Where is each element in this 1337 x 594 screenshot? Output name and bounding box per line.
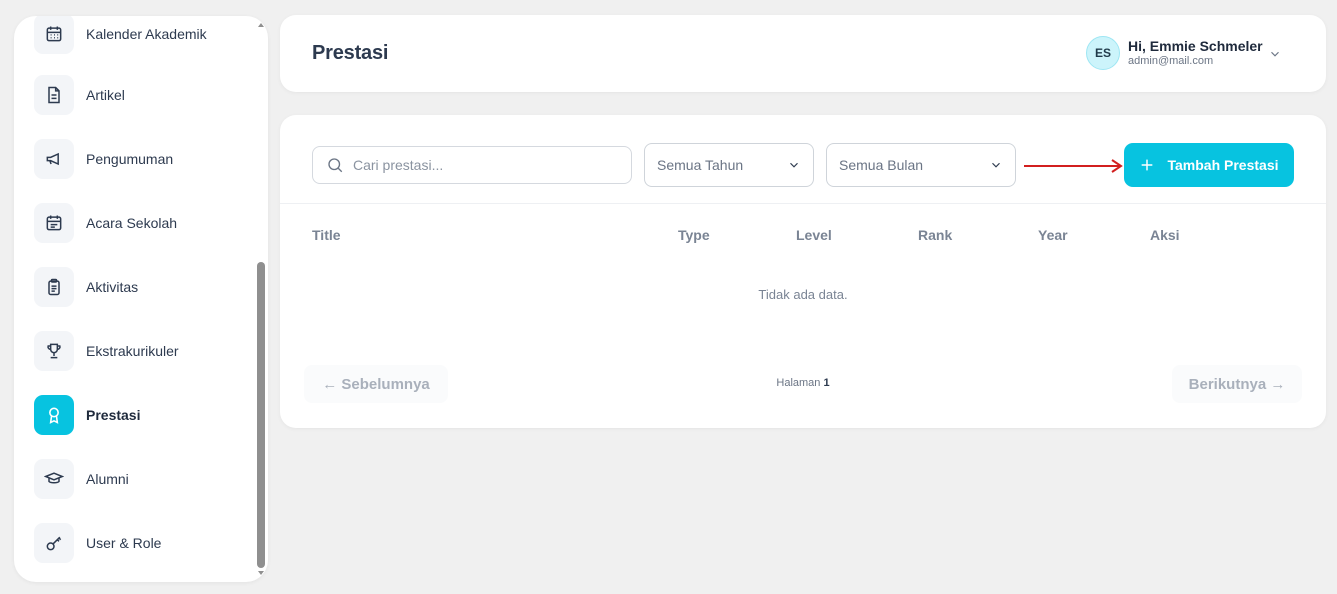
calendar-icon bbox=[34, 16, 74, 54]
year-filter-value: Semua Tahun bbox=[657, 157, 744, 173]
search-field[interactable] bbox=[312, 146, 632, 184]
sidebar-item-alumni[interactable]: Alumni bbox=[34, 459, 254, 499]
user-info: Hi, Emmie Schmeler admin@mail.com bbox=[1128, 38, 1263, 68]
sidebar-item-acara-sekolah[interactable]: Acara Sekolah bbox=[34, 203, 254, 243]
megaphone-icon bbox=[34, 139, 74, 179]
page-number: 1 bbox=[823, 377, 830, 389]
sidebar-item-label: Prestasi bbox=[86, 407, 141, 423]
add-achievement-button[interactable]: Tambah Prestasi bbox=[1124, 143, 1294, 187]
page-prefix: Halaman bbox=[776, 377, 821, 389]
user-menu[interactable]: ES Hi, Emmie Schmeler admin@mail.com bbox=[1086, 35, 1296, 71]
trophy-icon bbox=[34, 331, 74, 371]
search-input[interactable] bbox=[353, 157, 613, 173]
sidebar-item-kalender-akademik[interactable]: Kalender Akademik bbox=[34, 16, 254, 54]
column-header-type: Type bbox=[678, 227, 710, 243]
page-title: Prestasi bbox=[312, 42, 389, 64]
sidebar-item-aktivitas[interactable]: Aktivitas bbox=[34, 267, 254, 307]
sidebar: Kalender Akademik Artikel Pengumuman Aca… bbox=[14, 16, 268, 582]
sidebar-item-artikel[interactable]: Artikel bbox=[34, 75, 254, 115]
scrollbar-thumb[interactable] bbox=[257, 262, 265, 568]
divider bbox=[280, 203, 1326, 204]
column-header-aksi: Aksi bbox=[1150, 227, 1180, 243]
column-header-level: Level bbox=[796, 227, 832, 243]
column-header-rank: Rank bbox=[918, 227, 953, 243]
sidebar-scrollbar[interactable] bbox=[257, 22, 265, 576]
plus-icon bbox=[1142, 159, 1153, 171]
sidebar-item-pengumuman[interactable]: Pengumuman bbox=[34, 139, 254, 179]
chevron-down-icon bbox=[992, 162, 1000, 168]
sidebar-item-user-role[interactable]: User & Role bbox=[34, 523, 254, 563]
scroll-up-icon[interactable] bbox=[257, 22, 265, 28]
empty-state-message: Tidak ada data. bbox=[758, 287, 848, 302]
sidebar-item-label: Kalender Akademik bbox=[86, 26, 207, 42]
next-page-button[interactable]: Berikutnya → bbox=[1172, 365, 1302, 403]
graduation-cap-icon bbox=[34, 459, 74, 499]
calendar-event-icon bbox=[34, 203, 74, 243]
chevron-down-icon[interactable] bbox=[1268, 47, 1282, 61]
sidebar-item-ekstrakurikuler[interactable]: Ekstrakurikuler bbox=[34, 331, 254, 371]
month-filter-value: Semua Bulan bbox=[839, 157, 924, 173]
sidebar-item-label: User & Role bbox=[86, 535, 162, 551]
add-achievement-label: Tambah Prestasi bbox=[1167, 157, 1279, 173]
sidebar-item-label: Ekstrakurikuler bbox=[86, 343, 179, 359]
chevron-down-icon bbox=[790, 162, 798, 168]
achievements-panel: Semua Tahun Semua Bulan Tambah Prestasi … bbox=[280, 115, 1326, 428]
clipboard-icon bbox=[34, 267, 74, 307]
column-header-year: Year bbox=[1038, 227, 1068, 243]
avatar: ES bbox=[1086, 36, 1120, 70]
annotation-arrow-icon bbox=[1024, 159, 1123, 173]
sidebar-item-label: Artikel bbox=[86, 87, 125, 103]
sidebar-item-label: Aktivitas bbox=[86, 279, 139, 295]
user-email: admin@mail.com bbox=[1128, 55, 1214, 67]
search-icon bbox=[328, 158, 343, 173]
sidebar-item-label: Pengumuman bbox=[86, 151, 174, 167]
user-greeting: Hi, Emmie Schmeler bbox=[1128, 38, 1263, 54]
sidebar-item-label: Acara Sekolah bbox=[86, 215, 178, 231]
column-header-title: Title bbox=[312, 227, 341, 243]
key-icon bbox=[34, 523, 74, 563]
scroll-down-icon[interactable] bbox=[257, 570, 265, 576]
year-filter-select[interactable]: Semua Tahun bbox=[644, 143, 814, 187]
award-icon bbox=[34, 395, 74, 435]
month-filter-select[interactable]: Semua Bulan bbox=[826, 143, 1016, 187]
sidebar-item-label: Alumni bbox=[86, 471, 129, 487]
page-indicator: Halaman 1 bbox=[280, 377, 1326, 389]
sidebar-item-prestasi[interactable]: Prestasi bbox=[34, 395, 254, 435]
page-header: Prestasi ES Hi, Emmie Schmeler admin@mai… bbox=[280, 15, 1326, 92]
document-icon bbox=[34, 75, 74, 115]
